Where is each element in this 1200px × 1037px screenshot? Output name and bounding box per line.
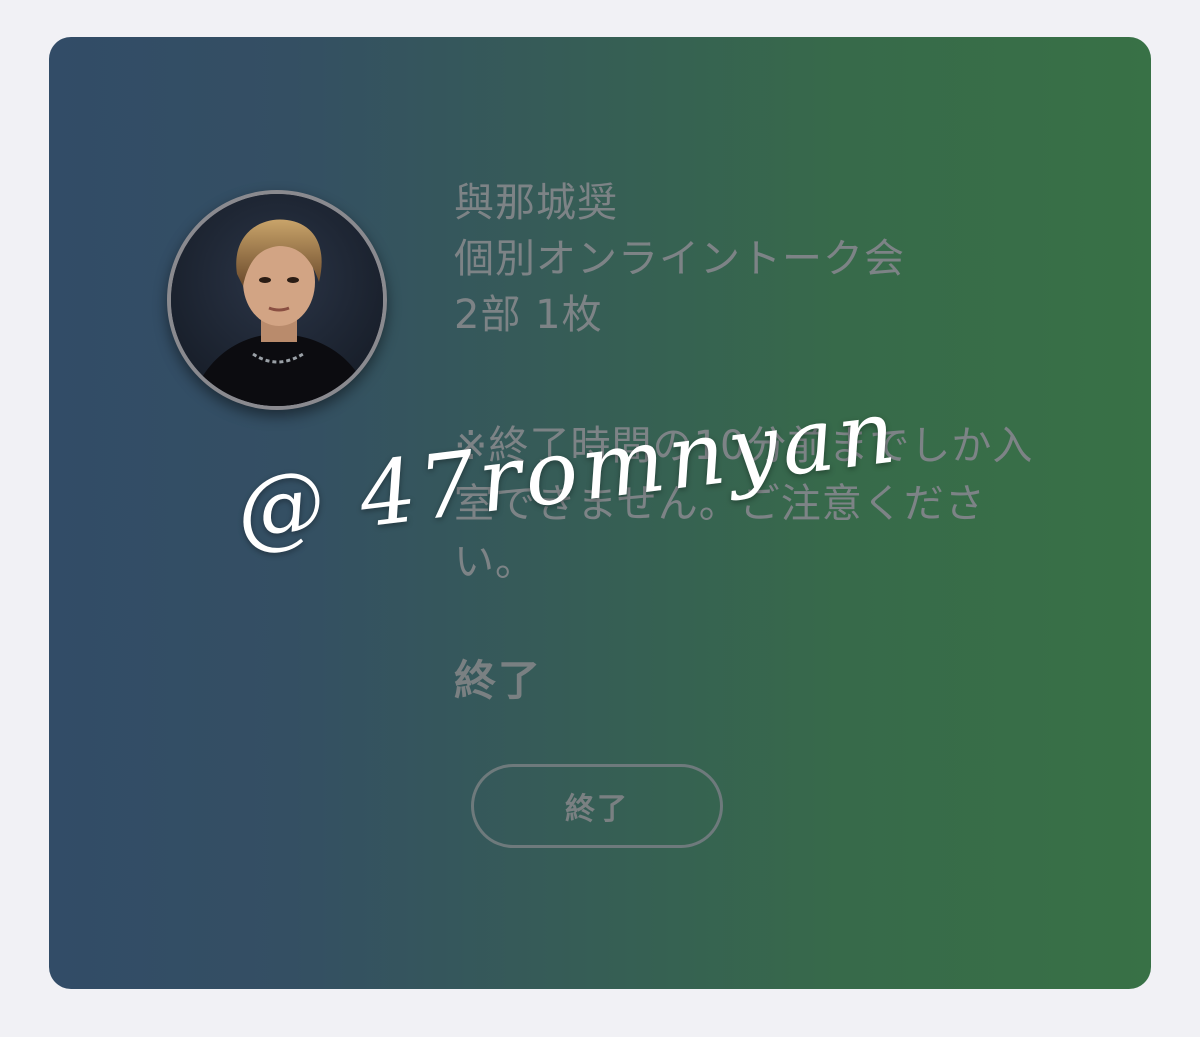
end-button[interactable]: 終了 xyxy=(471,764,723,848)
ticket-slot: 2部 1枚 xyxy=(454,292,603,338)
ticket-info: 與那城奨 個別オンライントーク会 2部 1枚 xyxy=(454,175,1074,343)
status-label: 終了 xyxy=(454,656,543,705)
page: 與那城奨 個別オンライントーク会 2部 1枚 ※終了時間の10分前までしか入室で… xyxy=(0,0,1200,1037)
avatar-photo xyxy=(171,194,383,406)
avatar xyxy=(167,190,387,410)
event-name: 個別オンライントーク会 xyxy=(454,236,905,282)
ticket-card: 與那城奨 個別オンライントーク会 2部 1枚 ※終了時間の10分前までしか入室で… xyxy=(49,37,1151,989)
artist-name: 與那城奨 xyxy=(454,180,618,226)
